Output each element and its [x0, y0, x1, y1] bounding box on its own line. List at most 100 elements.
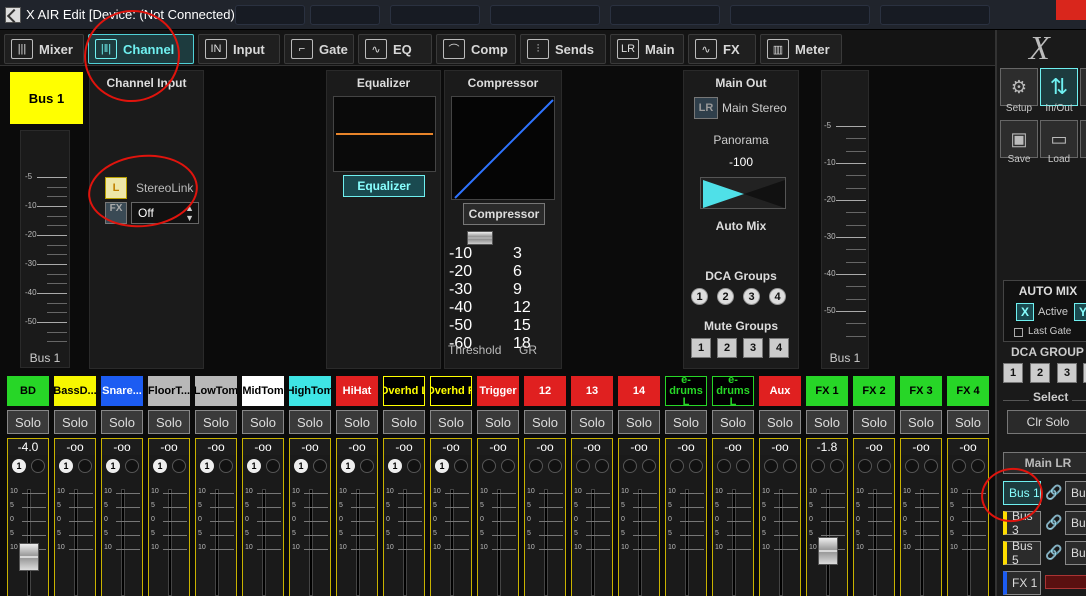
strip-name-button[interactable]: 14: [618, 376, 660, 406]
solo-button[interactable]: Solo: [383, 410, 425, 434]
fader-track[interactable]: [168, 489, 172, 596]
fader-track[interactable]: [591, 489, 595, 596]
strip-group-1-indicator[interactable]: [482, 459, 496, 473]
bus-link-icon[interactable]: 🔗: [1045, 514, 1062, 531]
strip-group-1-indicator[interactable]: [905, 459, 919, 473]
strip-group-1-indicator[interactable]: 1: [12, 459, 26, 473]
strip-group-2-indicator[interactable]: [736, 459, 750, 473]
strip-group-1-indicator[interactable]: [670, 459, 684, 473]
strip-group-1-indicator[interactable]: 1: [106, 459, 120, 473]
solo-button[interactable]: Solo: [477, 410, 519, 434]
load-button[interactable]: ▭: [1040, 120, 1078, 158]
bus-link-icon[interactable]: 🔗: [1045, 484, 1062, 501]
fader-track[interactable]: [873, 489, 877, 596]
solo-button[interactable]: Solo: [900, 410, 942, 434]
strip-group-1-indicator[interactable]: 1: [341, 459, 355, 473]
solo-button[interactable]: Solo: [336, 410, 378, 434]
fader-track[interactable]: [403, 489, 407, 596]
strip-group-1-indicator[interactable]: [811, 459, 825, 473]
strip-name-button[interactable]: FloorT...: [148, 376, 190, 406]
strip-group-2-indicator[interactable]: [830, 459, 844, 473]
strip-group-2-indicator[interactable]: [924, 459, 938, 473]
bus-6-select-button[interactable]: Bus: [1065, 541, 1086, 565]
window-close-button[interactable]: [1056, 0, 1086, 20]
fader-track[interactable]: [544, 489, 548, 596]
strip-group-2-indicator[interactable]: [783, 459, 797, 473]
strip-name-button[interactable]: HighTom: [289, 376, 331, 406]
bus-1-select-button[interactable]: Bus 1: [1003, 481, 1041, 505]
bus-5-select-button[interactable]: Bus 5: [1003, 539, 1041, 567]
strip-name-button[interactable]: BassD...: [54, 376, 96, 406]
strip-group-1-indicator[interactable]: 1: [388, 459, 402, 473]
strip-group-1-indicator[interactable]: 1: [153, 459, 167, 473]
strip-name-button[interactable]: MidTom: [242, 376, 284, 406]
solo-button[interactable]: Solo: [947, 410, 989, 434]
partial-button[interactable]: [1080, 68, 1086, 106]
strip-name-button[interactable]: Aux: [759, 376, 801, 406]
main-lr-button[interactable]: Main LR: [1003, 452, 1086, 474]
solo-button[interactable]: Solo: [806, 410, 848, 434]
solo-button[interactable]: Solo: [524, 410, 566, 434]
right-dca-2[interactable]: 2: [1030, 363, 1050, 383]
solo-button[interactable]: Solo: [242, 410, 284, 434]
strip-group-2-indicator[interactable]: [31, 459, 45, 473]
strip-group-1-indicator[interactable]: 1: [294, 459, 308, 473]
strip-name-button[interactable]: 12: [524, 376, 566, 406]
strip-name-button[interactable]: FX 1: [806, 376, 848, 406]
fader-track[interactable]: [309, 489, 313, 596]
strip-group-1-indicator[interactable]: [717, 459, 731, 473]
strip-name-button[interactable]: 13: [571, 376, 613, 406]
bus-2-select-button[interactable]: Bus: [1065, 481, 1086, 505]
strip-group-1-indicator[interactable]: [576, 459, 590, 473]
strip-name-button[interactable]: LowTom: [195, 376, 237, 406]
strip-name-button[interactable]: HiHat: [336, 376, 378, 406]
strip-group-1-indicator[interactable]: 1: [247, 459, 261, 473]
strip-group-1-indicator[interactable]: [623, 459, 637, 473]
fader-track[interactable]: [920, 489, 924, 596]
strip-group-1-indicator[interactable]: 1: [435, 459, 449, 473]
fader-track[interactable]: [121, 489, 125, 596]
fader-track[interactable]: [732, 489, 736, 596]
strip-group-2-indicator[interactable]: [971, 459, 985, 473]
fader-track[interactable]: [685, 489, 689, 596]
strip-group-2-indicator[interactable]: [407, 459, 421, 473]
strip-name-button[interactable]: Snare...: [101, 376, 143, 406]
solo-button[interactable]: Solo: [571, 410, 613, 434]
fader-track[interactable]: [215, 489, 219, 596]
auto-mix-x-button[interactable]: X: [1016, 303, 1034, 321]
strip-group-2-indicator[interactable]: [454, 459, 468, 473]
solo-button[interactable]: Solo: [289, 410, 331, 434]
bus-3-select-button[interactable]: Bus 3: [1003, 509, 1041, 537]
strip-group-1-indicator[interactable]: [529, 459, 543, 473]
strip-group-2-indicator[interactable]: [501, 459, 515, 473]
fader-track[interactable]: [967, 489, 971, 596]
fx-1-select-button[interactable]: FX 1: [1003, 571, 1041, 595]
clear-solo-button[interactable]: Clr Solo: [1007, 410, 1086, 434]
strip-group-1-indicator[interactable]: 1: [200, 459, 214, 473]
fader-track[interactable]: [497, 489, 501, 596]
fader-track[interactable]: [356, 489, 360, 596]
fader-track[interactable]: [262, 489, 266, 596]
strip-name-button[interactable]: BD: [7, 376, 49, 406]
fader-track[interactable]: [450, 489, 454, 596]
strip-group-2-indicator[interactable]: [78, 459, 92, 473]
strip-group-2-indicator[interactable]: [877, 459, 891, 473]
fader-track[interactable]: [638, 489, 642, 596]
solo-button[interactable]: Solo: [101, 410, 143, 434]
strip-group-2-indicator[interactable]: [266, 459, 280, 473]
bus-4-select-button[interactable]: Bus: [1065, 511, 1086, 535]
right-dca-1[interactable]: 1: [1003, 363, 1023, 383]
solo-button[interactable]: Solo: [54, 410, 96, 434]
strip-group-1-indicator[interactable]: [858, 459, 872, 473]
solo-button[interactable]: Solo: [712, 410, 754, 434]
solo-button[interactable]: Solo: [148, 410, 190, 434]
fader-track[interactable]: [779, 489, 783, 596]
solo-button[interactable]: Solo: [853, 410, 895, 434]
solo-button[interactable]: Solo: [7, 410, 49, 434]
strip-name-button[interactable]: e-drums L: [712, 376, 754, 406]
strip-name-button[interactable]: FX 4: [947, 376, 989, 406]
solo-button[interactable]: Solo: [665, 410, 707, 434]
solo-button[interactable]: Solo: [759, 410, 801, 434]
strip-group-2-indicator[interactable]: [219, 459, 233, 473]
strip-name-button[interactable]: FX 3: [900, 376, 942, 406]
